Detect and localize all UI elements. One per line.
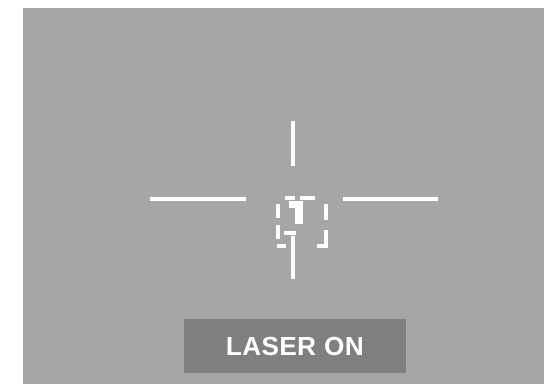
laser-status-panel: LASER ON: [184, 319, 406, 373]
laser-status-label: LASER ON: [225, 331, 365, 361]
game-viewport[interactable]: LASER ON: [23, 8, 544, 384]
target-marker: [284, 201, 303, 235]
